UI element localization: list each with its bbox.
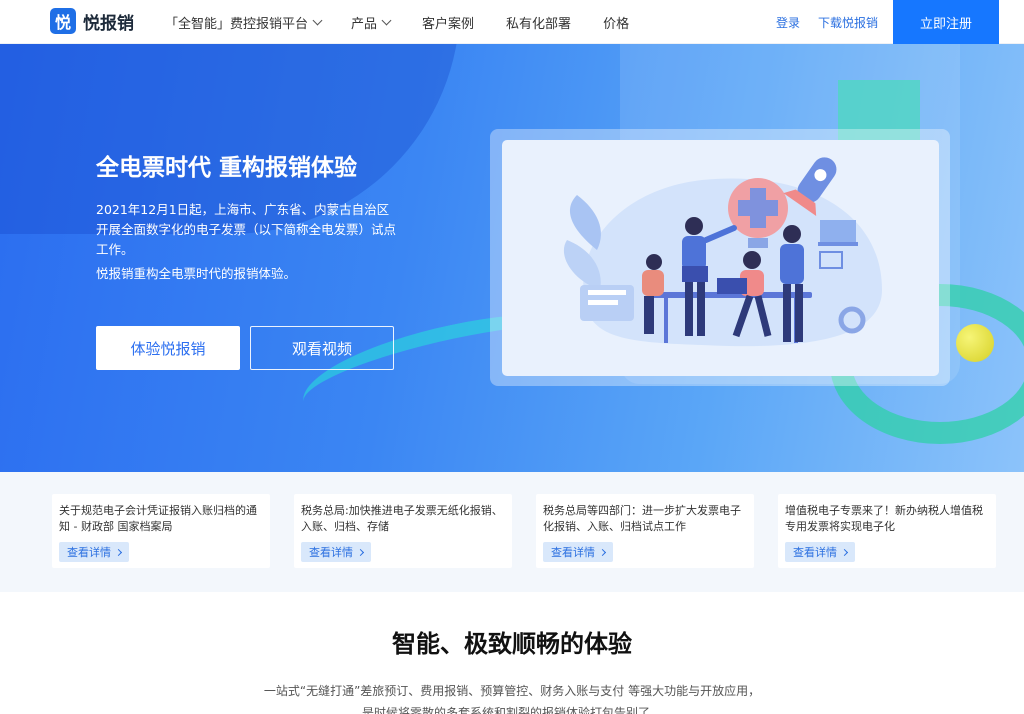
chevron-down-icon bbox=[381, 15, 392, 25]
nav-label: 客户案例 bbox=[422, 16, 475, 32]
nav-label: 「全智能」费控报销平台 bbox=[165, 16, 309, 32]
nav-item-pricing[interactable]: 价格 bbox=[603, 0, 629, 44]
features-title: 智能、极致顺畅的体验 bbox=[392, 630, 632, 658]
features-description: 一站式“无缝打通”差旅预订、费用报销、预算管控、财务入账与支付 等强大功能与开放… bbox=[0, 680, 1024, 714]
logo-text: 悦报销 bbox=[83, 13, 134, 34]
nav-item-cases[interactable]: 客户案例 bbox=[422, 0, 474, 44]
news-text: 税务总局:加快推进电子发票无纸化报销、入账、归档、存储 bbox=[301, 504, 503, 533]
watch-video-button[interactable]: 观看视频 bbox=[250, 326, 394, 370]
nav-label: 私有化部署 bbox=[506, 16, 572, 32]
hero-description: 2021年12月1日起，上海市、广东省、内蒙古自治区开展全面数字化的电子发票（以… bbox=[96, 202, 397, 257]
chevron-down-icon bbox=[312, 15, 323, 25]
button-label: 查看详情 bbox=[309, 546, 353, 559]
news-text: 税务总局等四部门：进一步扩大发票电子化报销、入账、归档试点工作 bbox=[543, 504, 741, 533]
features-desc-line: 是时候将零散的多套系统和割裂的报销体验打包告别了。 bbox=[361, 706, 662, 714]
hero-ball bbox=[956, 324, 994, 362]
news-card[interactable]: 关于规范电子会计凭证报销入账归档的通知 - 财政部 国家档案局 查看详情 bbox=[52, 494, 270, 568]
chevron-right-icon bbox=[840, 548, 849, 556]
chevron-right-icon bbox=[598, 548, 607, 556]
chevron-right-icon bbox=[356, 548, 365, 556]
features-desc-line: 一站式“无缝打通”差旅预订、费用报销、预算管控、财务入账与支付 等强大功能与开放… bbox=[263, 684, 761, 698]
button-label: 查看详情 bbox=[67, 546, 111, 559]
news-card[interactable]: 税务总局等四部门：进一步扩大发票电子化报销、入账、归档试点工作 查看详情 bbox=[536, 494, 754, 568]
nav-label: 价格 bbox=[603, 16, 630, 32]
login-link[interactable]: 登录 bbox=[776, 14, 800, 31]
nav-item-products[interactable]: 产品 bbox=[351, 0, 392, 44]
try-product-button[interactable]: 体验悦报销 bbox=[96, 326, 240, 370]
team-illustration bbox=[502, 140, 939, 376]
nav-item-platform[interactable]: 「全智能」费控报销平台 bbox=[165, 0, 323, 44]
news-text: 增值税电子专票来了！新办纳税人增值税专用发票将实现电子化 bbox=[785, 504, 983, 533]
view-details-button[interactable]: 查看详情 bbox=[785, 542, 855, 562]
button-label: 查看详情 bbox=[551, 546, 595, 559]
top-nav-bar: 悦 悦报销 「全智能」费控报销平台 产品 客户案例 私有化部署 价格 登录 下载… bbox=[0, 0, 1024, 44]
hero-title: 全电票时代 重构报销体验 bbox=[96, 155, 358, 181]
chevron-right-icon bbox=[114, 548, 123, 556]
download-link[interactable]: 下载悦报销 bbox=[818, 14, 878, 31]
view-details-button[interactable]: 查看详情 bbox=[543, 542, 613, 562]
view-details-button[interactable]: 查看详情 bbox=[301, 542, 371, 562]
logo-icon: 悦 bbox=[50, 8, 76, 34]
view-details-button[interactable]: 查看详情 bbox=[59, 542, 129, 562]
news-section: 关于规范电子会计凭证报销入账归档的通知 - 财政部 国家档案局 查看详情 税务总… bbox=[0, 472, 1024, 592]
button-label: 查看详情 bbox=[793, 546, 837, 559]
register-button[interactable]: 立即注册 bbox=[893, 0, 999, 44]
team-meeting-illustration bbox=[563, 157, 882, 347]
hero-subtext: 悦报销重构全电票时代的报销体验。 bbox=[96, 266, 297, 281]
main-nav: 「全智能」费控报销平台 产品 客户案例 私有化部署 价格 bbox=[165, 0, 629, 44]
nav-item-private-deploy[interactable]: 私有化部署 bbox=[506, 0, 571, 44]
hero-banner: 全电票时代 重构报销体验 2021年12月1日起，上海市、广东省、内蒙古自治区开… bbox=[0, 44, 1024, 472]
news-card[interactable]: 税务总局:加快推进电子发票无纸化报销、入账、归档、存储 查看详情 bbox=[294, 494, 512, 568]
news-text: 关于规范电子会计凭证报销入账归档的通知 - 财政部 国家档案局 bbox=[59, 504, 257, 533]
news-card[interactable]: 增值税电子专票来了！新办纳税人增值税专用发票将实现电子化 查看详情 bbox=[778, 494, 996, 568]
nav-label: 产品 bbox=[351, 16, 378, 32]
logo[interactable]: 悦 悦报销 bbox=[50, 8, 134, 34]
